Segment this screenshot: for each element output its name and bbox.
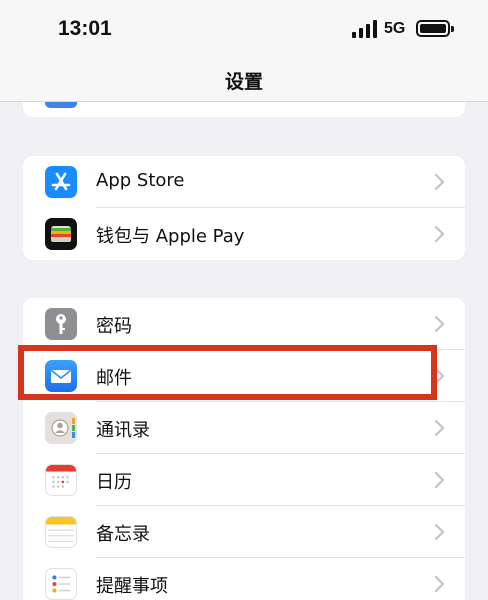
key-icon <box>45 308 77 340</box>
contacts-icon <box>45 412 77 444</box>
settings-group-store: App Store 钱包与 Apple Pay <box>23 156 465 260</box>
navigation-bar: 设置 <box>0 58 488 102</box>
page-title: 设置 <box>224 71 263 93</box>
chevron-right-icon <box>434 471 445 489</box>
settings-group-apps: 密码 邮件 通讯录 日历 备忘录 提醒事项 <box>23 298 465 600</box>
chevron-right-icon <box>434 225 445 243</box>
chevron-right-icon <box>434 523 445 541</box>
signal-icon <box>352 20 377 38</box>
chevron-right-icon <box>434 575 445 593</box>
chevron-right-icon <box>434 315 445 333</box>
settings-row-contacts[interactable]: 通讯录 <box>23 402 465 454</box>
mail-icon <box>45 360 77 392</box>
wallet-icon <box>45 218 77 250</box>
chevron-right-icon <box>434 173 445 191</box>
settings-row-app-store[interactable]: App Store <box>23 156 465 208</box>
calendar-icon <box>45 464 77 496</box>
settings-row-passwords[interactable]: 密码 <box>23 298 465 350</box>
settings-row-label: 备忘录 <box>96 524 150 545</box>
settings-row-wallet[interactable]: 钱包与 Apple Pay <box>23 208 465 260</box>
network-type: 5G <box>384 20 406 37</box>
chevron-right-icon <box>434 367 445 385</box>
reminders-icon <box>45 568 77 600</box>
settings-row-notes[interactable]: 备忘录 <box>23 506 465 558</box>
notes-icon <box>45 516 77 548</box>
battery-icon <box>416 20 454 37</box>
settings-row-label: 提醒事项 <box>96 576 168 597</box>
status-bar: 13:01 5G <box>0 0 488 58</box>
settings-row-label: 密码 <box>96 316 132 337</box>
settings-row-reminders[interactable]: 提醒事项 <box>23 558 465 600</box>
settings-row-label: App Store <box>96 170 185 191</box>
settings-row-label: 通讯录 <box>96 420 150 441</box>
status-time: 13:01 <box>58 17 112 40</box>
settings-row-label: 邮件 <box>96 368 132 389</box>
app-store-icon <box>45 166 77 198</box>
settings-row-calendar[interactable]: 日历 <box>23 454 465 506</box>
settings-row-label: 日历 <box>96 472 132 493</box>
settings-group-partial <box>23 102 465 117</box>
settings-row-mail[interactable]: 邮件 <box>23 350 465 402</box>
partial-row-icon <box>45 102 77 108</box>
chevron-right-icon <box>434 419 445 437</box>
settings-row-label: 钱包与 Apple Pay <box>96 226 245 247</box>
